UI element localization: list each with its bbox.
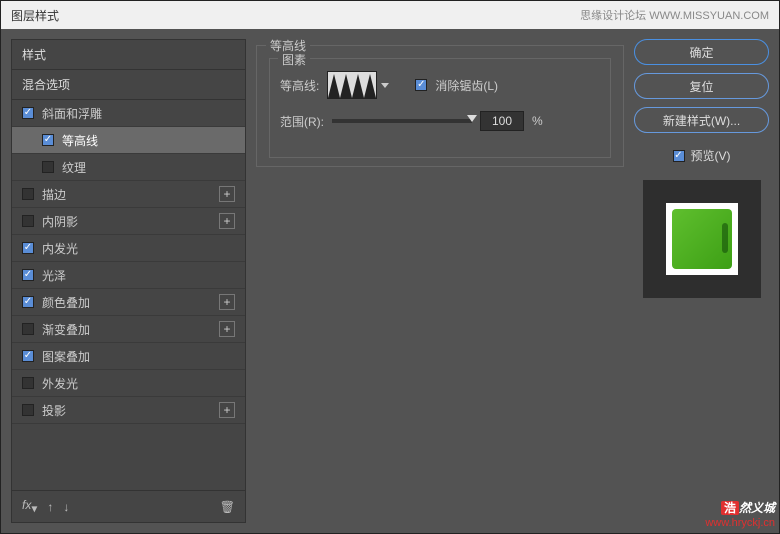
antialias-label: 消除锯齿(L) [435, 77, 498, 94]
new-style-button[interactable]: 新建样式(W)... [634, 107, 769, 133]
plus-icon[interactable]: + [219, 213, 235, 229]
sidebar-item-0[interactable]: 斜面和浮雕 [12, 100, 245, 127]
down-arrow-icon[interactable]: ↓ [63, 500, 69, 514]
preview-label: 预览(V) [691, 147, 731, 164]
style-label: 纹理 [62, 159, 235, 176]
fx-label[interactable]: fx▾ [22, 498, 37, 515]
style-checkbox[interactable] [22, 323, 34, 335]
up-arrow-icon[interactable]: ↑ [47, 500, 53, 514]
style-label: 渐变叠加 [42, 321, 219, 338]
style-checkbox[interactable] [22, 350, 34, 362]
sidebar-item-5[interactable]: 内发光 [12, 235, 245, 262]
right-column: 确定 复位 新建样式(W)... 预览(V) [634, 39, 769, 523]
preview-toggle[interactable]: 预览(V) [634, 147, 769, 164]
range-slider[interactable] [332, 119, 472, 123]
watermark-line1: 浩然义城 [705, 497, 775, 517]
styles-sidebar: 样式 混合选项 斜面和浮雕等高线纹理描边+内阴影+内发光光泽颜色叠加+渐变叠加+… [11, 39, 246, 523]
panel-body: 图素 等高线: 消除锯齿(L) 范围(R): [256, 45, 624, 167]
antialias-checkbox[interactable] [415, 79, 427, 91]
style-checkbox[interactable] [22, 269, 34, 281]
sidebar-item-7[interactable]: 颜色叠加+ [12, 289, 245, 316]
plus-icon[interactable]: + [219, 402, 235, 418]
style-checkbox[interactable] [42, 134, 54, 146]
style-label: 斜面和浮雕 [42, 105, 235, 122]
sidebar-item-2[interactable]: 纹理 [12, 154, 245, 181]
style-checkbox[interactable] [22, 242, 34, 254]
panel-title: 等高线 [266, 37, 310, 54]
style-checkbox[interactable] [22, 377, 34, 389]
style-label: 光泽 [42, 267, 235, 284]
style-label: 图案叠加 [42, 348, 235, 365]
sidebar-item-6[interactable]: 光泽 [12, 262, 245, 289]
style-label: 内阴影 [42, 213, 219, 230]
range-pct: % [532, 114, 543, 128]
range-label: 范围(R): [280, 113, 324, 130]
sidebar-item-4[interactable]: 内阴影+ [12, 208, 245, 235]
sidebar-item-11[interactable]: 投影+ [12, 397, 245, 424]
sidebar-header: 样式 [12, 40, 245, 70]
range-input[interactable] [480, 111, 524, 131]
plus-icon[interactable]: + [219, 321, 235, 337]
ok-button[interactable]: 确定 [634, 39, 769, 65]
sidebar-item-9[interactable]: 图案叠加 [12, 343, 245, 370]
main-content: 样式 混合选项 斜面和浮雕等高线纹理描边+内阴影+内发光光泽颜色叠加+渐变叠加+… [1, 29, 779, 533]
reset-button[interactable]: 复位 [634, 73, 769, 99]
sidebar-item-8[interactable]: 渐变叠加+ [12, 316, 245, 343]
titlebar: 图层样式 思缘设计论坛 WWW.MISSYUAN.COM [1, 1, 779, 29]
watermark: 浩然义城 www.hryckj.cn [705, 497, 775, 529]
style-checkbox[interactable] [22, 188, 34, 200]
titlebar-credit: 思缘设计论坛 WWW.MISSYUAN.COM [580, 7, 769, 23]
contour-label: 等高线: [280, 77, 319, 94]
style-label: 内发光 [42, 240, 235, 257]
contour-dropdown-icon[interactable] [381, 83, 389, 88]
style-label: 外发光 [42, 375, 235, 392]
style-checkbox[interactable] [22, 215, 34, 227]
watermark-line2: www.hryckj.cn [705, 517, 775, 529]
range-row: 范围(R): % [280, 111, 600, 131]
range-slider-thumb[interactable] [467, 115, 477, 122]
plus-icon[interactable]: + [219, 186, 235, 202]
style-label: 等高线 [62, 132, 235, 149]
style-label: 描边 [42, 186, 219, 203]
plus-icon[interactable]: + [219, 294, 235, 310]
sidebar-item-1[interactable]: 等高线 [12, 127, 245, 154]
preview-checkbox[interactable] [673, 150, 685, 162]
sidebar-item-10[interactable]: 外发光 [12, 370, 245, 397]
sidebar-footer: fx▾ ↑ ↓ 🗑 [12, 490, 245, 522]
sidebar-item-3[interactable]: 描边+ [12, 181, 245, 208]
style-checkbox[interactable] [22, 296, 34, 308]
style-label: 颜色叠加 [42, 294, 219, 311]
style-checkbox[interactable] [42, 161, 54, 173]
style-label: 投影 [42, 402, 219, 419]
preview-thumb [666, 203, 738, 275]
contour-row: 等高线: 消除锯齿(L) [280, 71, 600, 99]
preview-swatch [672, 209, 732, 269]
titlebar-title: 图层样式 [11, 7, 59, 24]
styles-list: 斜面和浮雕等高线纹理描边+内阴影+内发光光泽颜色叠加+渐变叠加+图案叠加外发光投… [12, 100, 245, 490]
preview-box [643, 180, 761, 298]
blending-options[interactable]: 混合选项 [12, 70, 245, 100]
style-checkbox[interactable] [22, 107, 34, 119]
center-panel: 等高线 图素 等高线: 消除锯齿(L) 范围(R): [256, 39, 624, 523]
style-checkbox[interactable] [22, 404, 34, 416]
elements-fieldset: 图素 等高线: 消除锯齿(L) 范围(R): [269, 58, 611, 158]
trash-icon[interactable]: 🗑 [220, 500, 235, 514]
contour-preview[interactable] [327, 71, 377, 99]
